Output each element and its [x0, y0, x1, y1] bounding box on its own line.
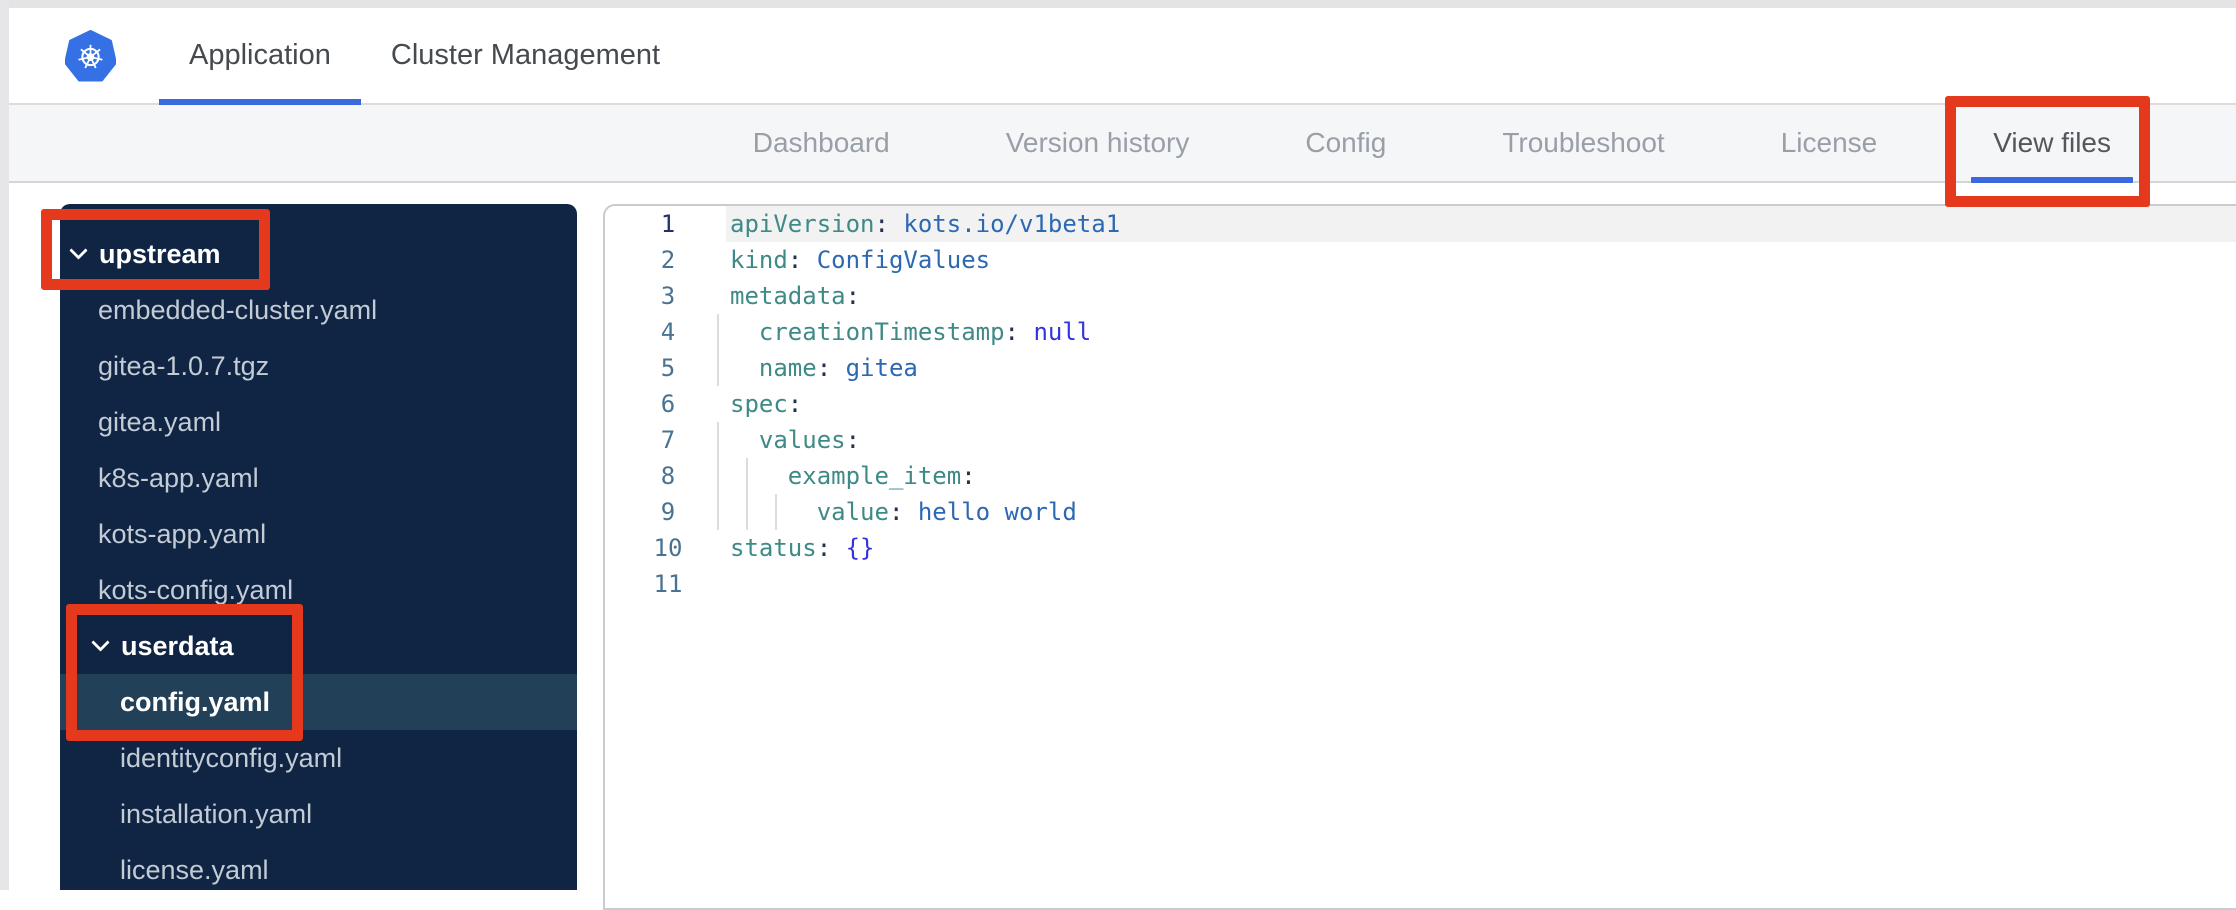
line-number: 9: [660, 498, 676, 526]
primary-tabs: Application Cluster Management: [159, 8, 690, 105]
line-number: 7: [660, 426, 676, 454]
tree-item-label: embedded-cluster.yaml: [98, 294, 378, 325]
tree-item-label: k8s-app.yaml: [98, 462, 259, 493]
line-number: 11: [653, 570, 683, 598]
tree-item-label: userdata: [121, 630, 234, 661]
code-line-7: 7 values:: [605, 422, 2236, 458]
tree-file-license-yaml[interactable]: license.yaml: [60, 842, 577, 890]
line-number: 1: [660, 210, 676, 238]
line-number: 8: [660, 462, 676, 490]
code-line-text: metadata:: [730, 282, 861, 310]
tree-file-kots-app-yaml[interactable]: kots-app.yaml: [60, 506, 577, 562]
subnav-tab-version-history[interactable]: Version history: [1006, 105, 1190, 181]
line-number: 5: [660, 354, 676, 382]
tree-file-installation-yaml[interactable]: installation.yaml: [60, 786, 577, 842]
subnav-tab-label: License: [1780, 127, 1878, 158]
window-left-edge: [0, 0, 9, 890]
code-line-text: values:: [758, 426, 861, 454]
code-line-11: 11: [605, 566, 2236, 602]
subnav-tab-license[interactable]: License: [1781, 105, 1878, 181]
kubernetes-logo: [65, 30, 116, 82]
chevron-down-icon: [69, 240, 88, 260]
line-number: 2: [660, 246, 676, 274]
code-editor[interactable]: 1 apiVersion: kots.io/v1beta1 2 kind: Confi…: [603, 204, 2236, 910]
subnav-tab-label: Troubleshoot: [1502, 127, 1665, 158]
code-line-text: creationTimestamp: null: [758, 318, 1092, 346]
tree-file-config-yaml[interactable]: config.yaml: [60, 674, 577, 730]
tree-item-label: installation.yaml: [120, 798, 313, 829]
secondary-nav: Dashboard Version history Config Troublesho…: [9, 105, 2236, 183]
app-header: Application Cluster Management: [9, 8, 2236, 105]
subnav-tab-troubleshoot[interactable]: Troubleshoot: [1502, 105, 1664, 181]
line-number: 4: [660, 318, 676, 346]
code-line-text: value: hello world: [816, 498, 1077, 526]
tree-file-kots-config-yaml[interactable]: kots-config.yaml: [60, 562, 577, 618]
tree-file-embedded-cluster-yaml[interactable]: embedded-cluster.yaml: [60, 282, 577, 338]
chevron-down-icon: [91, 632, 110, 652]
code-line-4: 4 creationTimestamp: null: [605, 314, 2236, 350]
tree-item-label: gitea-1.0.7.tgz: [98, 350, 270, 381]
tab-label: Application: [189, 39, 331, 71]
file-tree-sidebar: upstream embedded-cluster.yaml gitea-1.0.7…: [60, 204, 577, 890]
tree-item-label: kots-app.yaml: [98, 518, 267, 549]
tree-item-label: identityconfig.yaml: [120, 742, 343, 773]
tree-file-identityconfig-yaml[interactable]: identityconfig.yaml: [60, 730, 577, 786]
code-line-text: spec:: [730, 390, 803, 418]
subnav-tab-label: Config: [1305, 127, 1387, 158]
line-number: 6: [660, 390, 676, 418]
code-line-text: status: {}: [730, 534, 875, 562]
subnav-tab-config[interactable]: Config: [1305, 105, 1386, 181]
window-top-edge: [0, 0, 2236, 8]
code-line-text: example_item:: [787, 462, 976, 490]
tree-folder-upstream[interactable]: upstream: [60, 226, 577, 282]
tab-label: Cluster Management: [390, 39, 661, 71]
tree-file-gitea-1-0-7-tgz[interactable]: gitea-1.0.7.tgz: [60, 338, 577, 394]
code-line-6: 6 spec:: [605, 386, 2236, 422]
tab-application[interactable]: Application: [159, 8, 361, 105]
code-line-text: apiVersion: kots.io/v1beta1: [730, 210, 1121, 238]
tree-file-k8s-app-yaml[interactable]: k8s-app.yaml: [60, 450, 577, 506]
subnav-tab-label: Dashboard: [752, 127, 890, 158]
code-line-10: 10 status: {}: [605, 530, 2236, 566]
tree-item-label: config.yaml: [120, 686, 271, 717]
line-number: 10: [653, 534, 683, 562]
code-line-2: 2 kind: ConfigValues: [605, 242, 2236, 278]
code-line-text: name: gitea: [758, 354, 918, 382]
active-subnav-underline: [1971, 177, 2133, 183]
code-line-5: 5 name: gitea: [605, 350, 2236, 386]
tree-item-label: license.yaml: [120, 854, 269, 885]
subnav-tab-label: Version history: [1005, 127, 1190, 158]
tree-item-label: gitea.yaml: [98, 406, 222, 437]
subnav-tab-view-files[interactable]: View files: [1971, 105, 2133, 183]
line-number: 3: [660, 282, 676, 310]
tree-file-gitea-yaml[interactable]: gitea.yaml: [60, 394, 577, 450]
code-line-8: 8 example_item:: [605, 458, 2236, 494]
tree-item-label: kots-config.yaml: [98, 574, 294, 605]
subnav-tab-dashboard[interactable]: Dashboard: [753, 105, 890, 181]
code-line-1: 1 apiVersion: kots.io/v1beta1: [605, 206, 2236, 242]
code-line-text: kind: ConfigValues: [730, 246, 991, 274]
code-line-9: 9 value: hello world: [605, 494, 2236, 530]
subnav-tab-label: View files: [1993, 127, 2111, 158]
tree-folder-userdata[interactable]: userdata: [60, 618, 577, 674]
code-line-3: 3 metadata:: [605, 278, 2236, 314]
tab-cluster-management[interactable]: Cluster Management: [361, 8, 690, 103]
tree-item-label: upstream: [99, 238, 221, 269]
